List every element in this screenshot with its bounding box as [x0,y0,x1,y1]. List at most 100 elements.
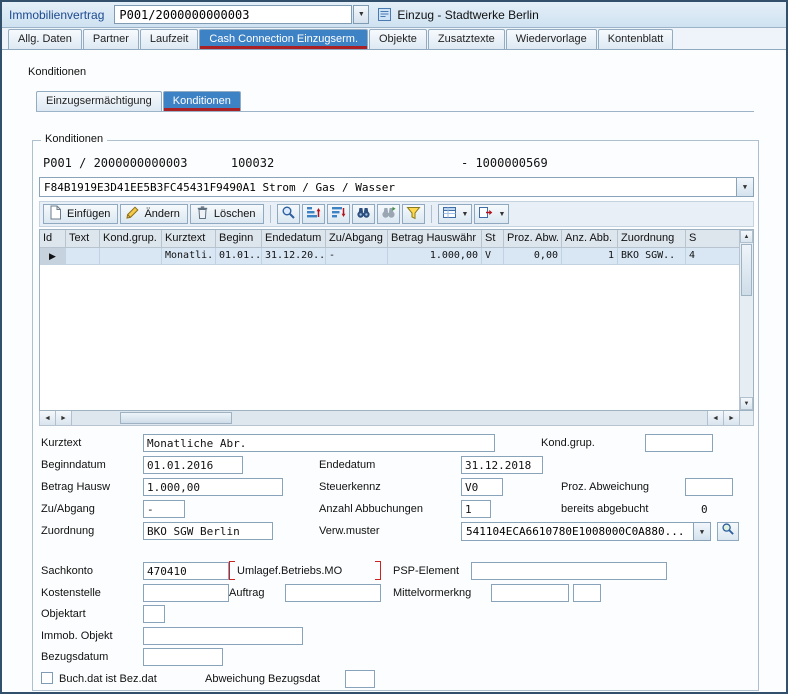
change-button[interactable]: Ändern [120,204,187,224]
col-header-text[interactable]: Text [66,230,100,248]
tab-wiedervorlage[interactable]: Wiedervorlage [506,29,597,49]
cell-st[interactable]: V [482,248,504,265]
cell-text[interactable] [66,248,100,265]
cell-zuordnung[interactable]: BKO SGW.. [618,248,686,265]
mittelvormerkng-pos-field[interactable] [573,584,601,602]
tab-allg-daten[interactable]: Allg. Daten [8,29,82,49]
tab-objekte[interactable]: Objekte [369,29,427,49]
proz-abweichung-field[interactable] [685,478,733,496]
abweichung-bezugsdat-field[interactable] [345,670,375,688]
zuordnung-field[interactable] [143,522,273,540]
scroll-right-icon[interactable]: ► [56,411,72,425]
sap-immobilienvertrag-window: Immobilienvertrag ▼ Einzug - Stadtwerke … [0,0,788,694]
bezugsdatum-field[interactable] [143,648,223,666]
sort-ascending-icon [306,205,321,223]
col-header-beginn[interactable]: Beginn [216,230,262,248]
tab-partner[interactable]: Partner [83,29,139,49]
cell-kurztext[interactable]: Monatli.. [162,248,216,265]
chevron-down-icon[interactable]: ▼ [736,178,753,196]
steuerkennz-field[interactable] [461,478,503,496]
psp-element-field[interactable] [471,562,667,580]
sachkonto-field[interactable] [143,562,229,580]
kurztext-field[interactable] [143,434,495,452]
condition-select[interactable]: F84B1919E3D41EE5B3FC45431F9490A1 Strom /… [39,177,754,197]
sort-descending-icon [331,205,346,223]
col-header-zuordnung[interactable]: Zuordnung [618,230,686,248]
row-selector-cell[interactable]: ▶ [40,248,66,265]
sachkonto-label: Sachkonto [41,565,93,577]
immob-objekt-field[interactable] [143,627,303,645]
table-horizontal-scrollbar[interactable]: ◄ ► ◄ ► [39,411,754,426]
tab-laufzeit[interactable]: Laufzeit [140,29,199,49]
psp-element-label: PSP-Element [393,565,459,577]
cell-kondgrup[interactable] [100,248,162,265]
vertical-scroll-thumb[interactable] [741,244,752,296]
contract-id-input[interactable] [114,5,352,24]
col-header-endedatum[interactable]: Endedatum [262,230,326,248]
verw-muster-display-button[interactable] [717,522,739,541]
table-vertical-scrollbar[interactable]: ▲ ▼ [739,230,753,410]
condition-select-value: F84B1919E3D41EE5B3FC45431F9490A1 Strom /… [40,181,395,194]
horizontal-scroll-thumb[interactable] [120,412,232,424]
col-header-prozabw[interactable]: Proz. Abw. [504,230,562,248]
sort-descending-button[interactable] [327,204,350,224]
scroll-up-icon[interactable]: ▲ [740,230,753,243]
tab-kontenblatt[interactable]: Kontenblatt [598,29,674,49]
find-button[interactable] [352,204,375,224]
buchdat-checkbox[interactable] [41,672,53,684]
umlagef-betriebskosten-field[interactable]: Umlagef.Betriebs.MO [229,561,381,580]
zu-abgang-field[interactable] [143,500,185,518]
delete-button[interactable]: Löschen [190,204,264,224]
betrag-hausw-field[interactable] [143,478,283,496]
cell-zuabgang[interactable]: - [326,248,388,265]
subtab-konditionen[interactable]: Konditionen [163,91,241,111]
auftrag-field[interactable] [285,584,381,602]
cell-endedatum[interactable]: 31.12.20.. [262,248,326,265]
mittelvormerkng-field[interactable] [491,584,569,602]
tab-zusatztexte[interactable]: Zusatztexte [428,29,505,49]
cell-betrag[interactable]: 1.000,00 [388,248,482,265]
col-header-anzabb[interactable]: Anz. Abb. [562,230,618,248]
col-header-kondgrup[interactable]: Kond.grup. [100,230,162,248]
verw-muster-select[interactable]: 541104ECA6610780E1008000C0A880... ▼ [461,522,711,541]
contract-id-history-dropdown[interactable]: ▼ [353,5,369,24]
col-header-id[interactable]: Id [40,230,66,248]
header-bar: Immobilienvertrag ▼ Einzug - Stadtwerke … [2,2,786,28]
views-menu-button[interactable]: ▼ [438,204,473,224]
col-header-st[interactable]: St [482,230,504,248]
kondgrup-label: Kond.grup. [541,437,595,449]
tab-cash-connection-einzugserm[interactable]: Cash Connection Einzugserm. [199,29,368,49]
col-header-kurztext[interactable]: Kurztext [162,230,216,248]
objektart-field[interactable] [143,605,165,623]
endedatum-field[interactable] [461,456,543,474]
table-row[interactable]: ▶ Monatli.. 01.01.. 31.12.20.. - 1.000,0… [40,248,753,265]
conditions-table: Id Text Kond.grup. Kurztext Beginn Ended… [39,229,754,411]
sort-ascending-button[interactable] [302,204,325,224]
find-next-button[interactable] [377,204,400,224]
horizontal-scroll-track[interactable] [72,411,707,425]
scroll-left-icon[interactable]: ◄ [40,411,56,425]
proz-abweichung-label: Proz. Abweichung [561,481,649,493]
scroll-left-icon[interactable]: ◄ [707,411,723,425]
bezugsdatum-label: Bezugsdatum [41,651,108,663]
kostenstelle-field[interactable] [143,584,229,602]
cell-beginn[interactable]: 01.01.. [216,248,262,265]
insert-button[interactable]: Einfügen [43,204,118,224]
detail-button[interactable] [277,204,300,224]
filter-button[interactable] [402,204,425,224]
scroll-down-icon[interactable]: ▼ [740,397,753,410]
col-header-betrag[interactable]: Betrag Hauswähr [388,230,482,248]
cell-anzabb[interactable]: 1 [562,248,618,265]
scroll-right-icon[interactable]: ► [723,411,739,425]
contract-title: Einzug - Stadtwerke Berlin [397,8,538,22]
col-header-zuabgang[interactable]: Zu/Abgang [326,230,388,248]
export-menu-button[interactable]: ▼ [474,204,509,224]
cell-prozabw[interactable]: 0,00 [504,248,562,265]
trash-icon [195,205,210,223]
kondgrup-field[interactable] [645,434,713,452]
scrollbar-corner [739,411,753,425]
subtab-einzugsermaechtigung[interactable]: Einzugsermächtigung [36,91,162,111]
beginndatum-field[interactable] [143,456,243,474]
chevron-down-icon[interactable]: ▼ [693,523,710,540]
anzahl-abbuchungen-field[interactable] [461,500,491,518]
